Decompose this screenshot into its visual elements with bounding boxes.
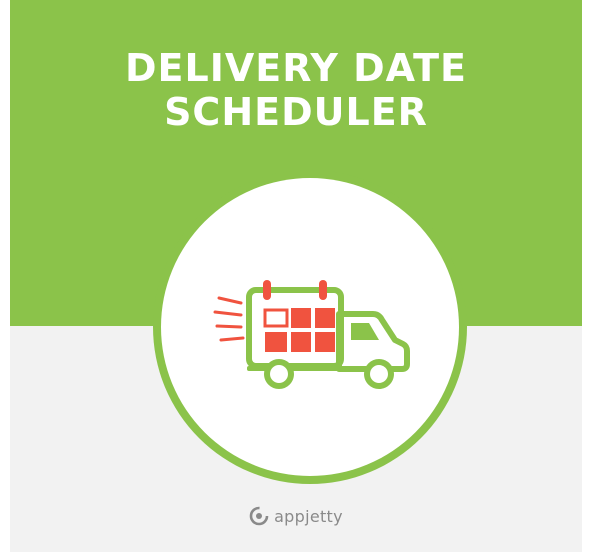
title-line-1: DELIVERY DATE xyxy=(124,46,468,90)
calendar-ring-left xyxy=(263,280,271,300)
calendar-grid xyxy=(263,308,335,352)
speed-lines-icon xyxy=(213,296,245,342)
product-title: DELIVERY DATE SCHEDULER xyxy=(10,46,582,134)
brand-name: appjetty xyxy=(274,506,343,526)
calendar-ring-right xyxy=(319,280,327,300)
product-banner: DELIVERY DATE SCHEDULER appjetty xyxy=(10,0,582,552)
brand-footer: appjetty xyxy=(10,506,582,526)
title-line-2: SCHEDULER xyxy=(164,90,428,134)
appjetty-logo-icon xyxy=(249,506,269,526)
truck-window xyxy=(351,323,379,340)
delivery-truck-calendar-icon xyxy=(213,280,410,389)
